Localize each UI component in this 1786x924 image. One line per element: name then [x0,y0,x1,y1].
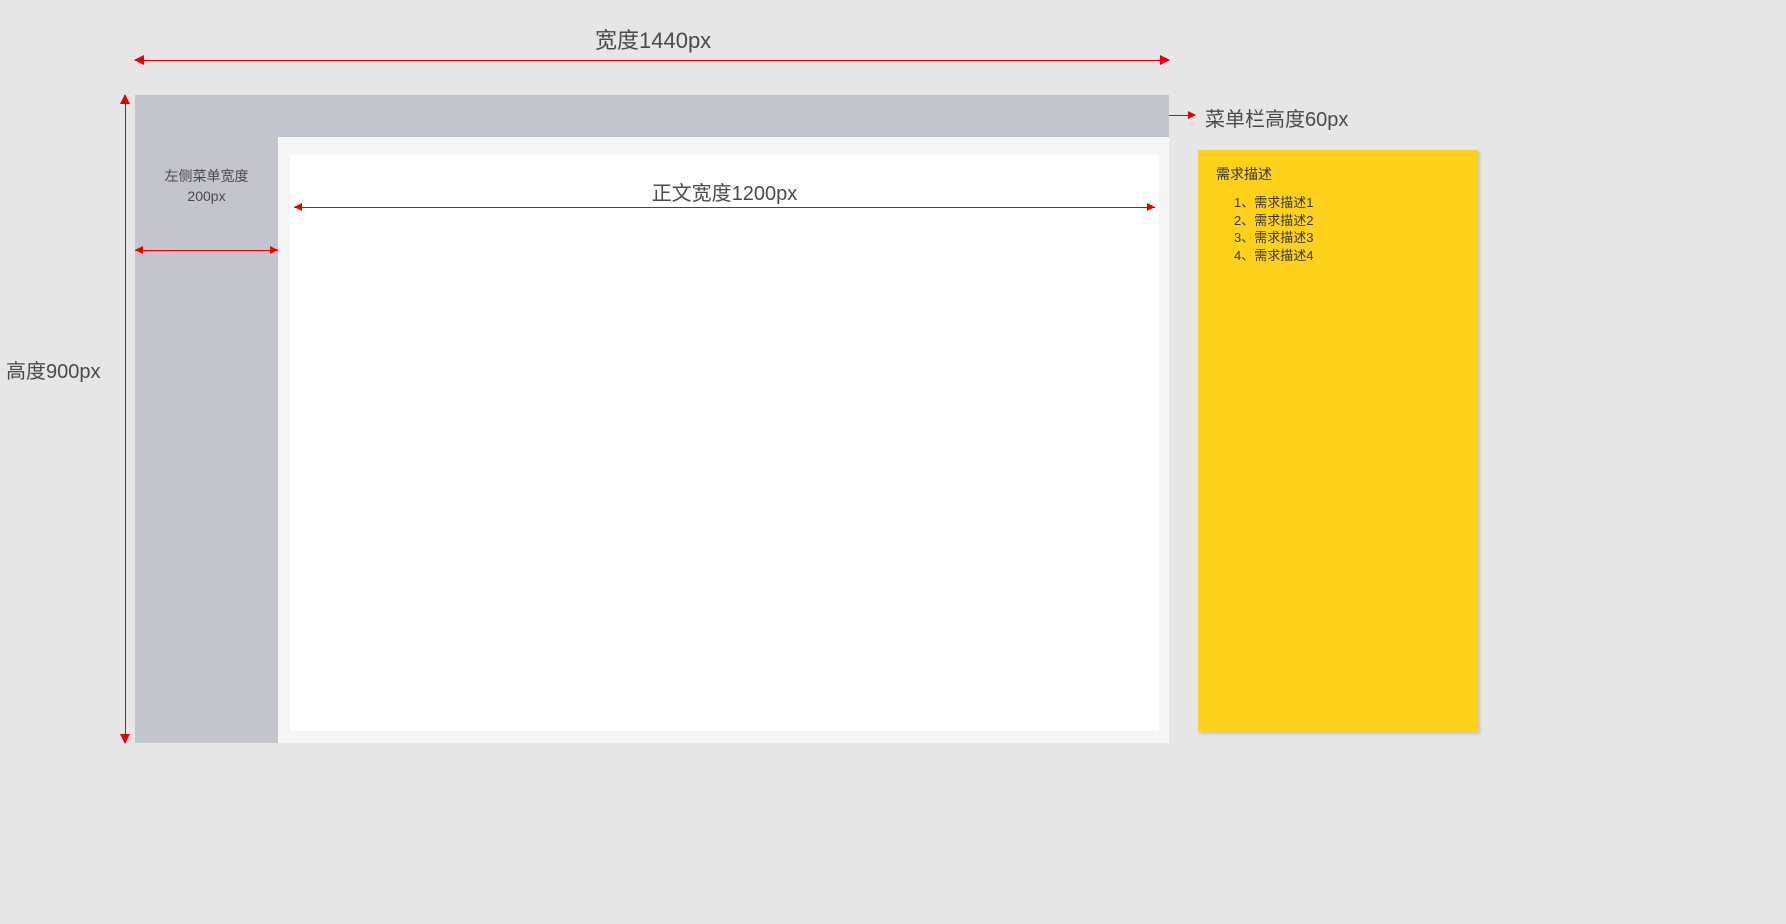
menubar-dimension-arrow [1169,115,1195,116]
note-item: 3、需求描述3 [1234,229,1460,247]
note-list: 1、需求描述1 2、需求描述2 3、需求描述3 4、需求描述4 [1216,194,1460,264]
sidebar-width-label-line2: 200px [187,188,225,204]
sidebar-region: 左侧菜单宽度 200px [135,137,278,743]
sidebar-width-label: 左侧菜单宽度 200px [135,167,278,206]
note-item: 4、需求描述4 [1234,247,1460,265]
menubar-height-label: 菜单栏高度60px [1205,103,1348,132]
height-dimension-line [125,95,126,743]
menubar-region [135,95,1169,137]
content-dimension-line [294,207,1155,208]
window-frame: 左侧菜单宽度 200px 正文宽度1200px [135,95,1169,743]
sidebar-dimension-line [135,250,278,251]
content-width-label: 正文宽度1200px [290,177,1159,206]
note-item: 2、需求描述2 [1234,212,1460,230]
requirements-note: 需求描述 1、需求描述1 2、需求描述2 3、需求描述3 4、需求描述4 [1198,150,1478,732]
sidebar-width-label-line1: 左侧菜单宽度 [165,168,249,184]
total-height-label: 高度900px [6,355,101,384]
width-dimension-line [135,60,1169,61]
note-item: 1、需求描述1 [1234,194,1460,212]
total-width-label: 宽度1440px [595,23,711,55]
content-region: 正文宽度1200px [290,155,1159,731]
note-title: 需求描述 [1216,164,1460,184]
